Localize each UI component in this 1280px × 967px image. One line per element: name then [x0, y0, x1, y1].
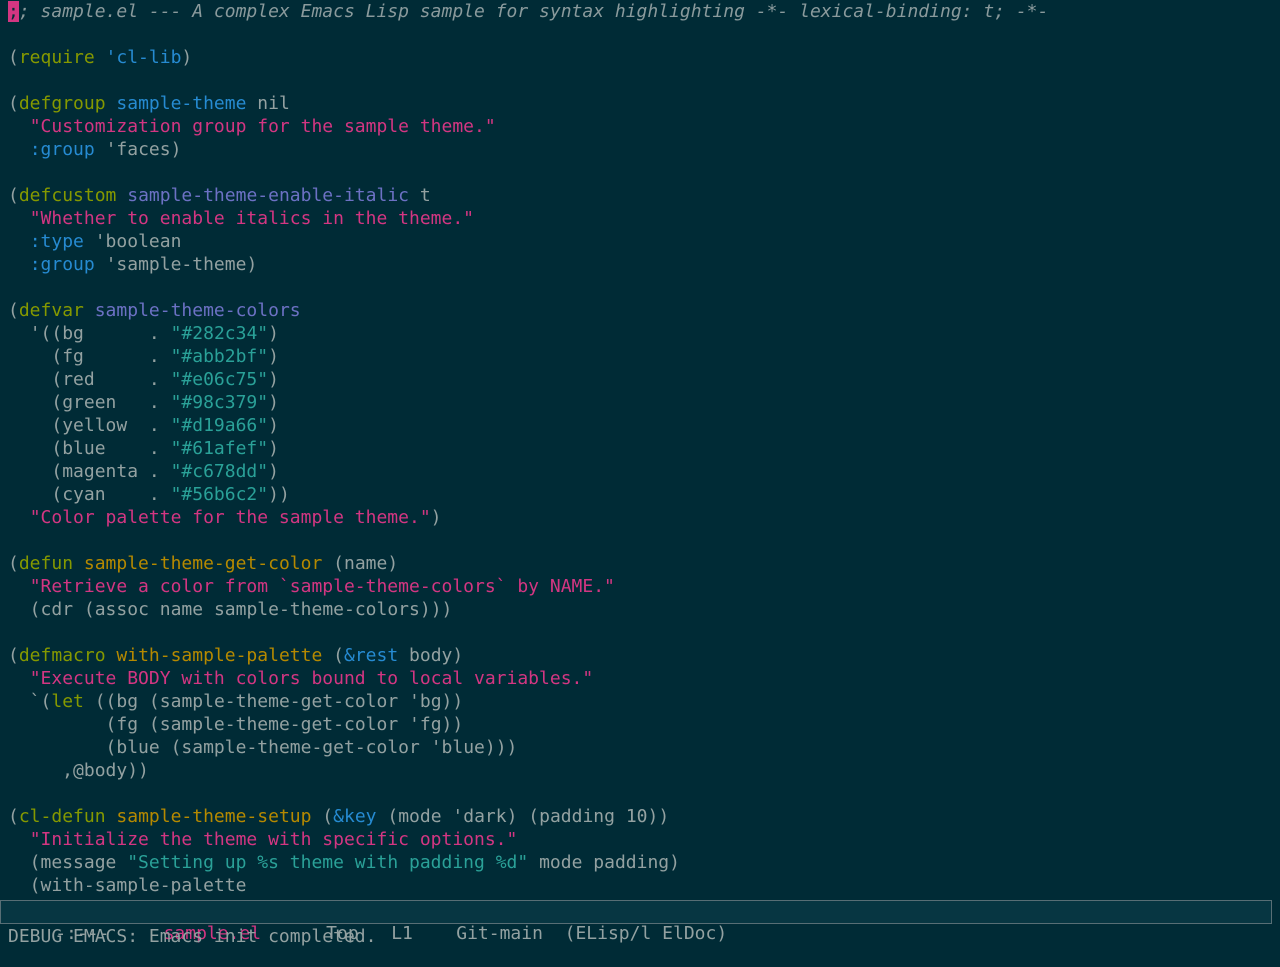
code-line[interactable]: (magenta . "#c678dd")	[0, 460, 1280, 483]
code-line[interactable]: (yellow . "#d19a66")	[0, 414, 1280, 437]
code-line[interactable]: "Retrieve a color from `sample-theme-col…	[0, 575, 1280, 598]
code-line[interactable]: (fg (sample-theme-get-color 'fg))	[0, 713, 1280, 736]
code-line[interactable]: :type 'boolean	[0, 230, 1280, 253]
code-line[interactable]: (red . "#e06c75")	[0, 368, 1280, 391]
code-line[interactable]: (defvar sample-theme-colors	[0, 299, 1280, 322]
code-line[interactable]: (message "Setting up %s theme with paddi…	[0, 851, 1280, 874]
code-line[interactable]: "Customization group for the sample them…	[0, 115, 1280, 138]
code-line[interactable]: ;; sample.el --- A complex Emacs Lisp sa…	[0, 0, 1280, 23]
emacs-frame: ;; sample.el --- A complex Emacs Lisp sa…	[0, 0, 1280, 960]
code-line[interactable]: (green . "#98c379")	[0, 391, 1280, 414]
code-line[interactable]: :group 'faces)	[0, 138, 1280, 161]
code-line[interactable]	[0, 621, 1280, 644]
code-line[interactable]: "Initialize the theme with specific opti…	[0, 828, 1280, 851]
code-line[interactable]: `(let ((bg (sample-theme-get-color 'bg))	[0, 690, 1280, 713]
code-line[interactable]: (defgroup sample-theme nil	[0, 92, 1280, 115]
code-line[interactable]	[0, 782, 1280, 805]
code-line[interactable]: "Execute BODY with colors bound to local…	[0, 667, 1280, 690]
code-line[interactable]: (require 'cl-lib)	[0, 46, 1280, 69]
code-line[interactable]: ,@body))	[0, 759, 1280, 782]
mode-line[interactable]: -:--- sample.el Top L1 Git-main (ELisp/l…	[0, 900, 1272, 944]
code-line[interactable]	[0, 161, 1280, 184]
code-line[interactable]: (blue . "#61afef")	[0, 437, 1280, 460]
code-line[interactable]: (fg . "#abb2bf")	[0, 345, 1280, 368]
code-buffer[interactable]: ;; sample.el --- A complex Emacs Lisp sa…	[0, 0, 1280, 900]
code-line[interactable]: :group 'sample-theme)	[0, 253, 1280, 276]
code-line[interactable]	[0, 23, 1280, 46]
code-line[interactable]	[0, 529, 1280, 552]
code-line[interactable]: "Color palette for the sample theme.")	[0, 506, 1280, 529]
code-line[interactable]: (with-sample-palette	[0, 874, 1280, 897]
code-line[interactable]: '((bg . "#282c34")	[0, 322, 1280, 345]
code-line[interactable]: (defun sample-theme-get-color (name)	[0, 552, 1280, 575]
code-line[interactable]: (defmacro with-sample-palette (&rest bod…	[0, 644, 1280, 667]
code-line[interactable]: (defcustom sample-theme-enable-italic t	[0, 184, 1280, 207]
code-line[interactable]	[0, 276, 1280, 299]
code-line[interactable]: (cl-defun sample-theme-setup (&key (mode…	[0, 805, 1280, 828]
code-line[interactable]: (cyan . "#56b6c2"))	[0, 483, 1280, 506]
code-line[interactable]	[0, 69, 1280, 92]
code-line[interactable]: (cdr (assoc name sample-theme-colors)))	[0, 598, 1280, 621]
echo-area: DEBUG EMACS: Emacs init completed.	[8, 926, 377, 947]
code-line[interactable]: (blue (sample-theme-get-color 'blue)))	[0, 736, 1280, 759]
code-line[interactable]: "Whether to enable italics in the theme.…	[0, 207, 1280, 230]
